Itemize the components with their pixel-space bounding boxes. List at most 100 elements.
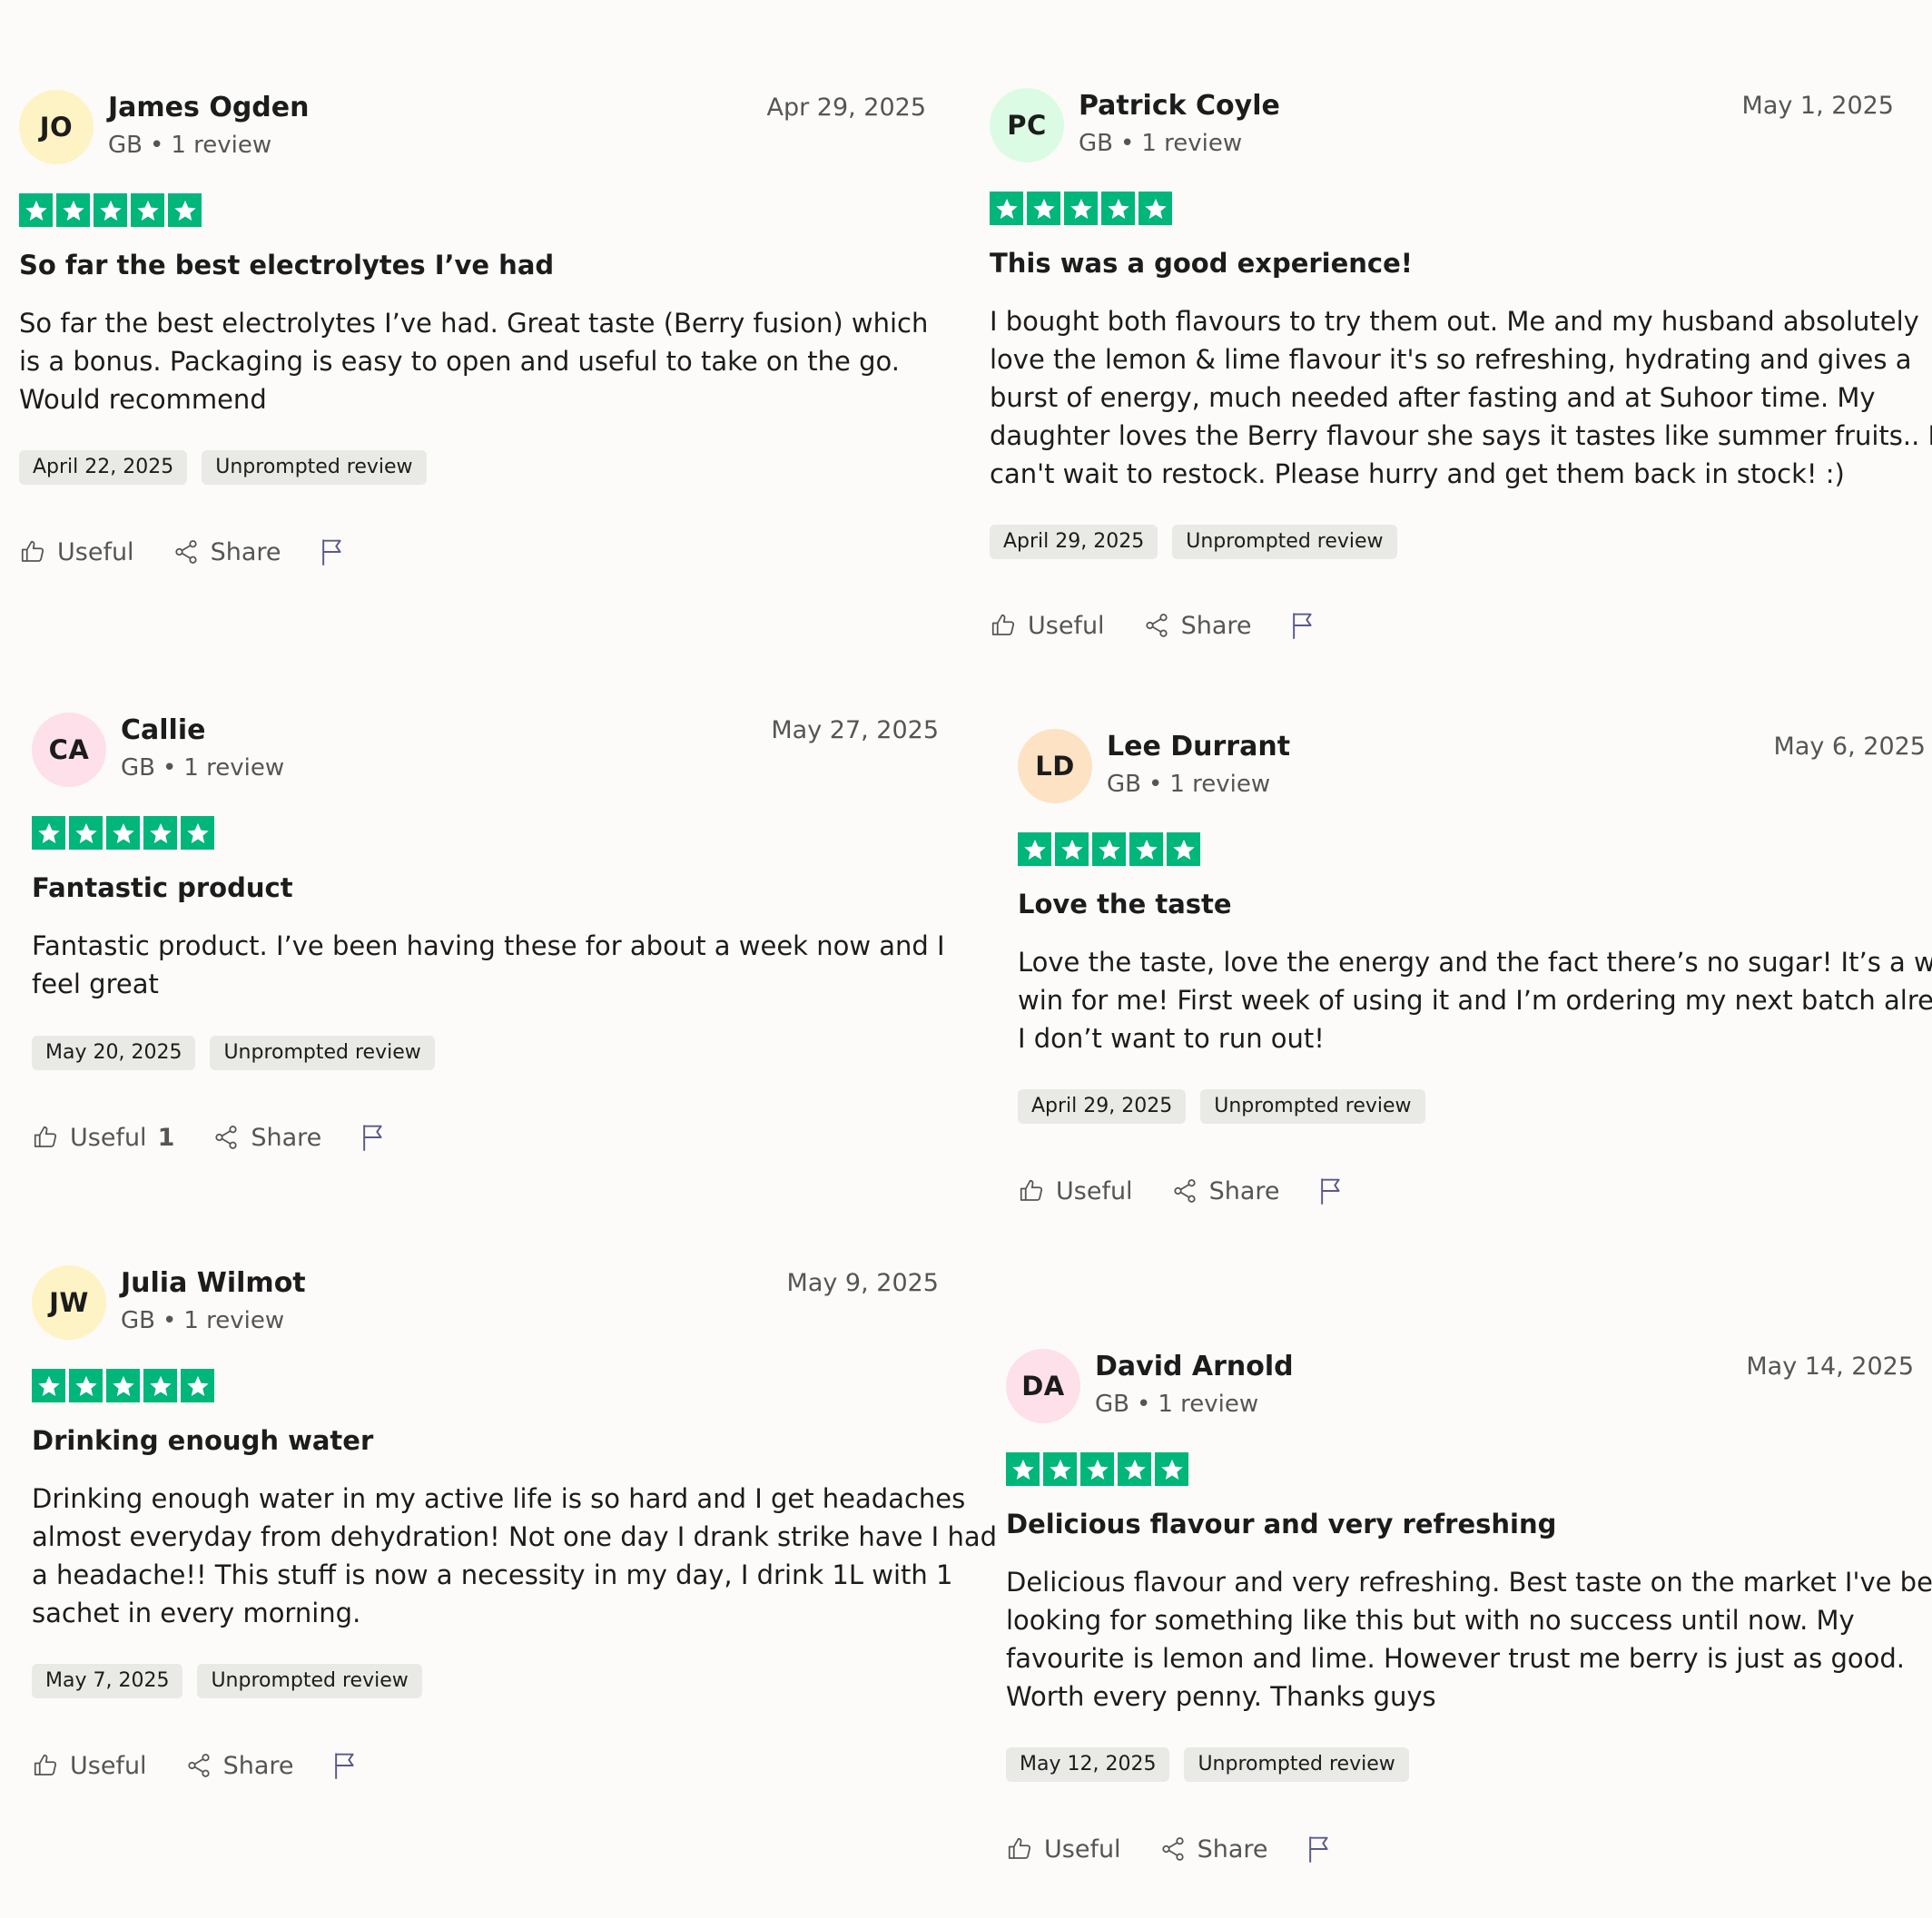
star-icon [32,816,65,850]
share-label: Share [222,1751,294,1780]
review-title[interactable]: So far the best electrolytes I’ve had [19,247,554,283]
separator-dot: • [1136,1391,1151,1418]
useful-label: Useful [57,537,134,566]
review-title[interactable]: This was a good experience! [990,245,1413,281]
avatar[interactable]: JW [32,1265,106,1340]
unprompted-review-badge[interactable]: Unprompted review [197,1664,422,1698]
review-body-line: So far the best electrolytes I’ve had. G… [19,308,929,339]
report-button[interactable] [1289,611,1316,640]
star-icon [1155,1452,1188,1486]
share-button[interactable]: Share [185,1751,294,1780]
star-icon [1118,1452,1151,1486]
reviewer-meta: GB • 1 review [1107,769,1270,800]
avatar-initials: DA [1021,1371,1065,1402]
share-button[interactable]: Share [1159,1834,1268,1864]
reviewer-meta: GB • 1 review [121,752,284,783]
share-label: Share [1180,611,1252,640]
review-body-line: love the lemon & lime flavour it's so re… [990,344,1912,375]
share-button[interactable]: Share [1143,611,1252,640]
review-title[interactable]: Drinking enough water [32,1422,373,1459]
report-button[interactable] [1317,1176,1345,1205]
useful-button[interactable]: Useful [1006,1835,1121,1864]
reviewer-name[interactable]: Patrick Coyle [1079,88,1280,124]
review-body-line: daughter loves the Berry flavour she say… [990,420,1932,451]
thumbs-up-icon [21,540,44,562]
avatar-initials: PC [1007,110,1047,141]
review-title[interactable]: Love the taste [1018,886,1232,922]
review-body-line: favourite is lemon and lime. However tru… [1006,1643,1906,1674]
unprompted-review-badge[interactable]: Unprompted review [1200,1089,1425,1124]
flag-icon [363,1125,382,1151]
useful-button[interactable]: Useful 1 [32,1124,174,1152]
unprompted-review-badge[interactable]: Unprompted review [202,450,427,485]
report-button[interactable] [1306,1834,1333,1864]
reviewer-review-count: 1 review [183,1307,285,1334]
experience-date-badge: May 7, 2025 [32,1664,183,1698]
reviewer-country: GB [108,132,143,159]
unprompted-review-badge[interactable]: Unprompted review [1184,1747,1409,1782]
useful-button[interactable]: Useful [19,538,134,566]
review-body: I bought both flavours to try them out. … [990,302,1932,493]
report-button[interactable] [331,1751,359,1780]
star-icon [32,1369,65,1402]
reviewer-name[interactable]: David Arnold [1095,1349,1294,1385]
flag-icon [1293,613,1313,639]
experience-date-badge: May 12, 2025 [1006,1747,1170,1782]
review-body-line: sachet in every morning. [32,1598,361,1628]
star-icon [1064,192,1098,225]
review-actions: Useful Share [990,607,1355,644]
share-button[interactable]: Share [1171,1176,1280,1205]
share-label: Share [1208,1176,1280,1205]
separator-dot: • [1148,771,1163,798]
avatar-initials: LD [1035,751,1075,782]
star-icon [1167,832,1200,866]
review-title[interactable]: Fantastic product [32,870,293,906]
reviewer-meta: GB • 1 review [121,1305,284,1336]
report-button[interactable] [319,537,346,566]
share-icon [1161,1837,1184,1861]
thumbs-up-icon [1020,1179,1043,1201]
star-rating [990,192,1172,225]
experience-date-badge: May 20, 2025 [32,1036,196,1070]
useful-button[interactable]: Useful [32,1752,147,1780]
share-button[interactable]: Share [212,1124,321,1152]
avatar[interactable]: PC [990,88,1064,162]
review-badges: May 20, 2025 Unprompted review [32,1036,435,1070]
unprompted-review-badge[interactable]: Unprompted review [1172,525,1397,559]
reviewer-name[interactable]: Callie [121,713,205,749]
useful-button[interactable]: Useful [990,612,1105,640]
star-icon [143,816,177,850]
star-icon [1138,192,1172,225]
share-label: Share [1197,1834,1268,1864]
reviewer-name[interactable]: Lee Durrant [1107,729,1290,765]
review-title[interactable]: Delicious flavour and very refreshing [1006,1506,1556,1542]
avatar-initials: CA [48,734,90,765]
unprompted-review-badge[interactable]: Unprompted review [210,1036,435,1070]
review-date: Apr 29, 2025 [766,93,926,122]
report-button[interactable] [360,1123,387,1152]
reviewer-review-count: 1 review [1169,771,1271,798]
reviewer-meta: GB • 1 review [1095,1389,1258,1420]
star-icon [1043,1452,1077,1486]
review-body-line: can't wait to restock. Please hurry and … [990,458,1845,489]
share-button[interactable]: Share [172,538,281,566]
useful-label: Useful [1028,611,1105,640]
separator-dot: • [162,1307,177,1334]
reviewer-meta: GB • 1 review [1079,128,1242,159]
star-icon [181,1369,214,1402]
avatar[interactable]: CA [32,713,106,787]
avatar[interactable]: JO [19,90,94,164]
reviewer-name[interactable]: James Ogden [108,90,309,126]
reviewer-review-count: 1 review [171,132,272,159]
star-icon [69,816,103,850]
reviewer-review-count: 1 review [1158,1391,1259,1418]
experience-date-badge: April 22, 2025 [19,450,188,485]
avatar[interactable]: DA [1006,1349,1080,1423]
useful-button[interactable]: Useful [1018,1177,1133,1205]
review-body-line: Worth every penny. Thanks guys [1006,1681,1436,1712]
star-icon [19,193,53,227]
star-icon [1055,832,1089,866]
thumbs-up-icon [991,614,1015,635]
reviewer-name[interactable]: Julia Wilmot [121,1265,306,1302]
avatar[interactable]: LD [1018,729,1092,803]
